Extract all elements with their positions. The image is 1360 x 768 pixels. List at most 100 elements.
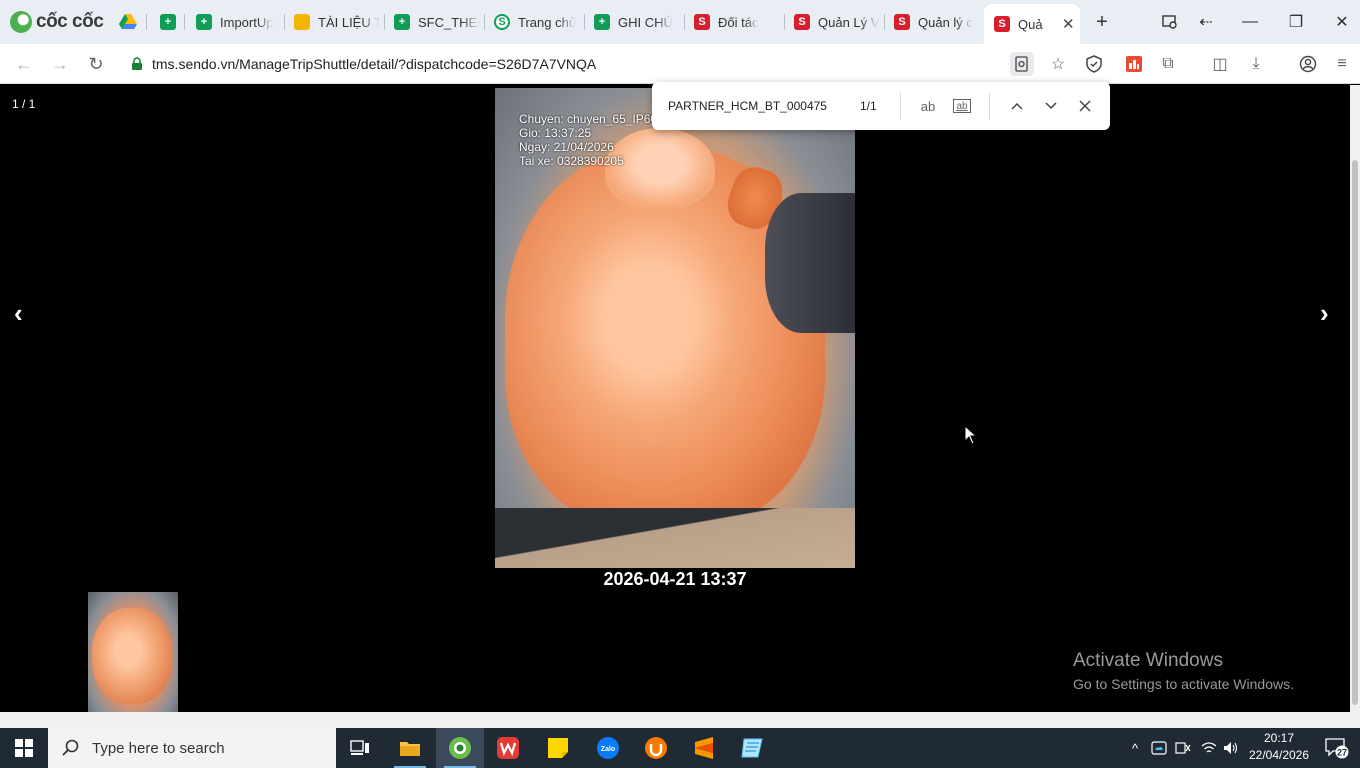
reload-icon[interactable]: ↻ (82, 50, 110, 78)
find-next-icon[interactable] (1034, 90, 1068, 122)
photo-thumbnail[interactable] (88, 592, 178, 712)
thumbnail-bag-shape (92, 608, 172, 704)
lock-icon[interactable] (130, 57, 144, 71)
tab-search-icon[interactable] (1154, 8, 1186, 36)
stamp-date: Ngay: 21/04/2026 (519, 140, 614, 154)
stamp-time: Gio: 13:37:25 (519, 126, 592, 140)
find-previous-icon[interactable] (1000, 90, 1034, 122)
find-close-icon[interactable] (1068, 90, 1102, 122)
restore-icon[interactable]: ❐ (1280, 8, 1312, 36)
tab-title: Trang chủ (518, 14, 577, 30)
image-counter: 1 / 1 (12, 97, 36, 111)
green-circle-icon: S (494, 14, 510, 30)
tab-quan-ly-v[interactable]: S Quản Lý V (784, 6, 882, 38)
stamp-trip: Chuyen: chuyen_65_IP60 (519, 112, 658, 126)
taskbar-search-box[interactable]: Type here to search (48, 728, 336, 768)
watermark-subtitle: Go to Settings to activate Windows. (1073, 676, 1294, 692)
scrollbar-thumb[interactable] (1352, 160, 1358, 705)
new-tab-button[interactable]: + (1086, 8, 1118, 36)
tab-trang-chu[interactable]: S Trang chủ (484, 6, 582, 38)
close-tab-icon[interactable]: ✕ (1062, 15, 1075, 33)
sheet-icon: + (160, 14, 176, 30)
sticky-notes-icon[interactable] (534, 728, 582, 768)
notification-center-icon[interactable]: 27 (1318, 728, 1356, 768)
close-window-icon[interactable]: ✕ (1326, 8, 1358, 36)
wifi-icon[interactable] (1198, 728, 1220, 768)
tab-sfc-thec[interactable]: + SFC_THEC (384, 6, 480, 38)
tab-importup[interactable]: + ImportUp (186, 6, 282, 38)
back-history-icon[interactable]: ⇠ (1190, 8, 1222, 36)
sendo-icon: S (894, 14, 910, 30)
extension-red-icon[interactable] (1122, 52, 1146, 76)
back-icon[interactable]: ← (10, 50, 38, 78)
extensions-puzzle-icon[interactable]: ⧉ (1156, 52, 1180, 76)
match-case-button[interactable]: ab (911, 90, 945, 122)
sheet-icon: + (196, 14, 212, 30)
windows-taskbar: Type here to search Zalo ^ 20:17 22/04/2 (0, 728, 1360, 768)
tab-title: ImportUp (220, 14, 274, 30)
wps-icon[interactable] (484, 728, 532, 768)
tab-active[interactable]: S Quả ✕ (984, 4, 1080, 44)
zalo-icon[interactable]: Zalo (584, 728, 632, 768)
file-explorer-icon[interactable] (386, 728, 434, 768)
photo-stamp: Chuyen: chuyen_65_IP60 Gio: 13:37:25 Nga… (519, 112, 657, 168)
prev-image-arrow[interactable]: ‹ (14, 298, 23, 329)
task-view-icon[interactable] (336, 728, 384, 768)
sendo-icon: S (694, 14, 710, 30)
bookmark-star-icon[interactable]: ☆ (1046, 52, 1070, 76)
shield-icon[interactable] (1082, 52, 1106, 76)
input-method-icon[interactable] (1172, 728, 1194, 768)
tab-doi-tac[interactable]: S Đối tác (684, 6, 782, 38)
windows-activation-watermark: Activate Windows Go to Settings to activ… (1073, 650, 1294, 692)
tab-title: GHI CHÚ (618, 14, 673, 30)
windows-start-icon[interactable] (0, 728, 48, 768)
tab-tai-lieu[interactable]: TÀI LIỆU T (284, 6, 380, 38)
onedrive-icon[interactable] (1148, 728, 1170, 768)
tab-quan-ly-c[interactable]: S Quản lý c (884, 6, 980, 38)
photo-floor-shape (495, 508, 855, 568)
browser-toolbar: ← → ↻ tms.sendo.vn/ManageTripShuttle/det… (0, 44, 1360, 84)
whole-word-button[interactable]: ab (953, 99, 971, 113)
find-bar: PARTNER_HCM_BT_000475 1/1 ab ab (652, 82, 1110, 130)
coccoc-browser-icon[interactable] (436, 728, 484, 768)
show-hidden-icons-icon[interactable]: ^ (1124, 728, 1146, 768)
sheet-icon: + (594, 14, 610, 30)
menu-icon[interactable]: ≡ (1330, 52, 1354, 76)
app-icon[interactable] (728, 728, 776, 768)
tab-title: Đối tác (718, 14, 759, 30)
page-scrollbar[interactable] (1350, 85, 1360, 712)
sublime-icon[interactable] (680, 728, 728, 768)
sendo-icon: S (794, 14, 810, 30)
svg-text:Zalo: Zalo (601, 746, 615, 753)
taskbar-search-placeholder: Type here to search (92, 739, 225, 757)
taskbar-clock[interactable]: 20:17 22/04/2026 (1248, 730, 1310, 764)
tab-title: Quản lý c (918, 14, 973, 30)
coccoc-logo-icon (10, 11, 32, 33)
tab-pinned-sheet[interactable]: + (150, 6, 184, 38)
find-in-page-icon[interactable] (1010, 52, 1034, 76)
tab-title: SFC_THEC (418, 14, 480, 30)
coccoc-brand[interactable]: cốc cốc (10, 8, 104, 36)
volume-icon[interactable] (1220, 728, 1242, 768)
sheet-icon: + (394, 14, 410, 30)
find-separator (900, 92, 901, 120)
split-view-icon[interactable]: ◫ (1208, 52, 1232, 76)
address-bar[interactable]: tms.sendo.vn/ManageTripShuttle/detail/?d… (120, 49, 1110, 79)
photo-hand-shape (765, 193, 855, 333)
minimize-icon[interactable]: — (1234, 8, 1266, 36)
page-bottom-strip (0, 712, 1360, 728)
watermark-title: Activate Windows (1073, 650, 1223, 671)
tab-strip: cốc cốc + + ImportUp TÀI LIỆU T + SFC_TH… (0, 0, 1360, 44)
find-input[interactable]: PARTNER_HCM_BT_000475 (668, 99, 848, 113)
ultraviewer-icon[interactable] (632, 728, 680, 768)
photo-caption: 2026-04-21 13:37 (603, 569, 747, 589)
mouse-cursor-icon (964, 425, 978, 445)
delivery-photo[interactable]: Chuyen: chuyen_65_IP60 Gio: 13:37:25 Nga… (495, 88, 855, 568)
tab-ghi-chu[interactable]: + GHI CHÚ (584, 6, 682, 38)
forward-icon[interactable]: → (46, 50, 74, 78)
google-drive-icon[interactable] (119, 12, 137, 30)
profile-icon[interactable] (1296, 52, 1320, 76)
search-icon (62, 739, 79, 756)
download-icon[interactable]: ⤓ (1244, 52, 1268, 76)
next-image-arrow[interactable]: › (1320, 298, 1329, 329)
